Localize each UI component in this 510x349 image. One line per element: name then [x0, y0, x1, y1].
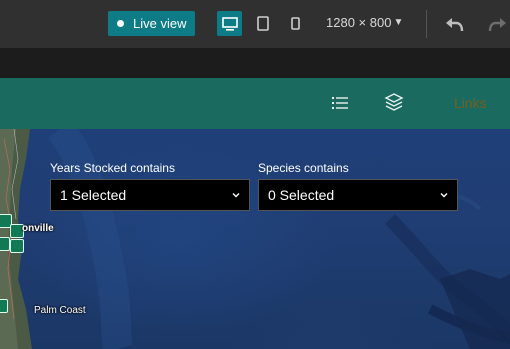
caret-down-icon: ▼	[393, 17, 404, 28]
phone-icon	[291, 17, 300, 30]
chevron-down-icon	[232, 193, 240, 198]
species-filter-label: Species contains	[258, 161, 349, 175]
stocking-marker[interactable]	[10, 239, 24, 253]
canvas-gap	[0, 48, 510, 78]
links-nav-item[interactable]: Links	[454, 95, 487, 111]
desktop-device-button[interactable]	[217, 11, 242, 36]
tablet-icon	[256, 16, 269, 31]
undo-icon[interactable]	[442, 12, 466, 36]
stocking-marker[interactable]	[0, 299, 8, 313]
years-filter-value: 1 Selected	[60, 187, 127, 203]
resolution-value: 1280 × 800	[326, 15, 392, 30]
resolution-dropdown[interactable]: 1280 × 800 ▼	[326, 15, 403, 30]
toolbar-divider	[426, 10, 427, 38]
app-header	[0, 78, 510, 129]
redo-icon[interactable]	[486, 12, 510, 36]
tablet-device-button[interactable]	[250, 11, 275, 36]
layers-icon[interactable]	[384, 92, 404, 112]
years-filter-label: Years Stocked contains	[50, 161, 175, 175]
species-filter-value: 0 Selected	[268, 187, 335, 203]
live-view-label: Live view	[133, 16, 187, 31]
live-dot-icon	[117, 20, 124, 27]
desktop-icon	[221, 16, 238, 31]
map-label-palm-coast: Palm Coast	[34, 305, 86, 316]
phone-device-button[interactable]	[283, 11, 308, 36]
species-filter-select[interactable]: 0 Selected	[258, 179, 458, 211]
live-view-button[interactable]: Live view	[108, 11, 195, 36]
stocking-marker[interactable]	[0, 237, 10, 251]
map-label-jacksonville: onville	[22, 223, 54, 234]
chevron-down-icon	[440, 193, 448, 198]
list-icon[interactable]	[331, 94, 349, 112]
years-filter-select[interactable]: 1 Selected	[50, 179, 250, 211]
